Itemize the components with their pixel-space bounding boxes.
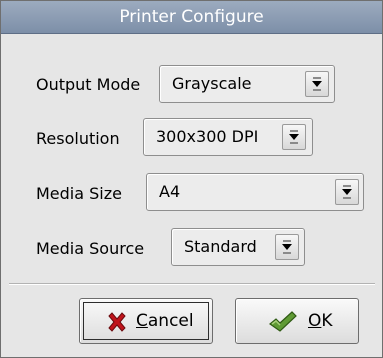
ok-button[interactable]: OK [235,298,359,344]
printer-configure-dialog: Printer Configure Output Mode Grayscale … [0,0,383,358]
resolution-value: 300x300 DPI [156,127,259,146]
chevron-down-icon [282,240,292,254]
resolution-dropdown-button[interactable] [282,124,306,150]
button-separator [9,283,375,285]
window-title: Printer Configure [1,1,382,34]
ok-button-label: OK [308,311,333,331]
output-mode-value: Grayscale [172,74,252,93]
media-size-value: A4 [159,182,181,201]
media-source-value: Standard [184,237,257,256]
media-source-label: Media Source [36,239,145,258]
resolution-label: Resolution [36,129,120,148]
media-size-combo[interactable]: A4 [146,173,364,211]
cancel-button[interactable]: Cancel [79,298,213,344]
media-size-dropdown-button[interactable] [335,179,359,205]
cancel-icon [106,311,128,337]
media-source-dropdown-button[interactable] [275,234,299,260]
media-size-label: Media Size [36,184,122,203]
media-source-combo[interactable]: Standard [171,228,305,266]
resolution-combo[interactable]: 300x300 DPI [143,118,313,156]
chevron-down-icon [312,77,322,91]
ok-icon [268,310,298,338]
cancel-button-label: Cancel [136,311,194,331]
output-mode-dropdown-button[interactable] [305,71,329,97]
output-mode-label: Output Mode [36,75,141,94]
output-mode-combo[interactable]: Grayscale [159,65,335,103]
chevron-down-icon [289,130,299,144]
chevron-down-icon [342,185,352,199]
